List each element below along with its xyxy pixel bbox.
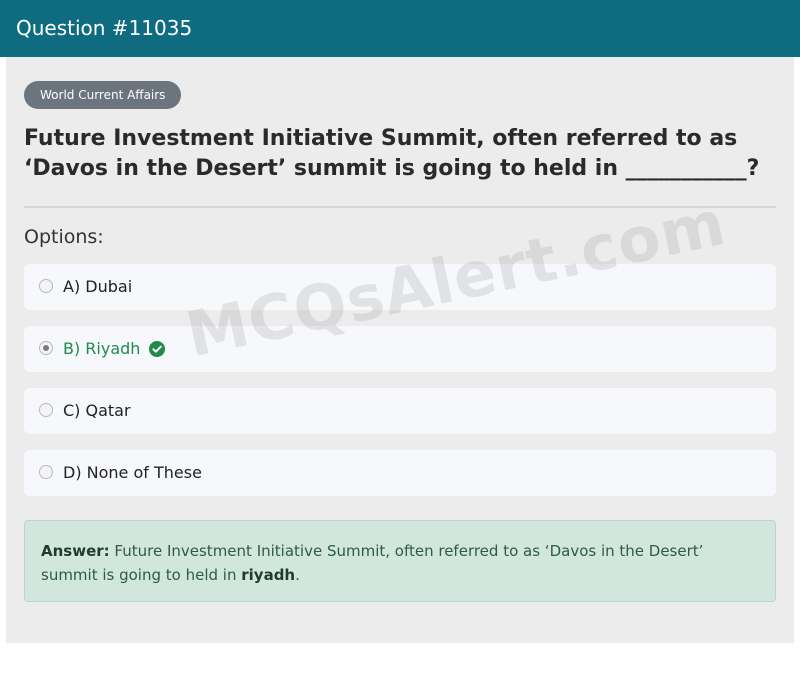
option-label: D) None of These (63, 463, 202, 482)
radio-button[interactable] (39, 465, 53, 479)
answer-text: Future Investment Initiative Summit, oft… (41, 542, 704, 584)
option-b[interactable]: B) Riyadh (24, 326, 776, 372)
option-c[interactable]: C) Qatar (24, 388, 776, 434)
page-header: Question #11035 (0, 0, 800, 57)
option-label: C) Qatar (63, 401, 131, 420)
option-label: B) Riyadh (63, 339, 141, 358)
option-d[interactable]: D) None of These (24, 450, 776, 496)
divider (24, 206, 776, 208)
option-label: A) Dubai (63, 277, 133, 296)
options-label: Options: (24, 226, 104, 248)
radio-button[interactable] (39, 403, 53, 417)
answer-suffix: . (295, 566, 300, 584)
answer-prefix: Answer: (41, 542, 110, 560)
answer-box: Answer: Future Investment Initiative Sum… (24, 520, 776, 602)
option-a[interactable]: A) Dubai (24, 264, 776, 310)
check-circle-icon (149, 341, 165, 357)
answer-highlight: riyadh (241, 566, 296, 584)
radio-button-selected[interactable] (39, 341, 53, 355)
category-badge[interactable]: World Current Affairs (24, 81, 182, 109)
question-text: Future Investment Initiative Summit, oft… (24, 126, 760, 181)
radio-button[interactable] (39, 279, 53, 293)
question-number-title: Question #11035 (16, 16, 193, 40)
